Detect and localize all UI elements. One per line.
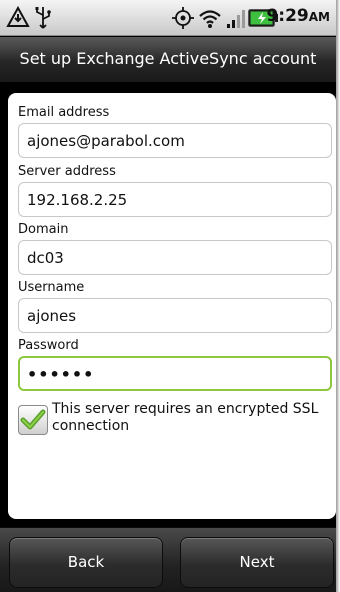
server-label: Server address (18, 164, 116, 179)
page-title: Set up Exchange ActiveSync account (19, 49, 317, 68)
window-shadow (336, 0, 340, 592)
clock: 9:29AM (266, 6, 330, 26)
bottom-bar: Back Next (0, 527, 336, 592)
checkmark-icon (20, 409, 46, 430)
next-button[interactable]: Next (180, 537, 334, 588)
clock-ampm: AM (308, 10, 330, 24)
domain-label: Domain (18, 222, 69, 237)
account-form: Email address ajones@parabol.com Server … (8, 93, 336, 519)
status-bar: 9:29AM (0, 0, 336, 36)
password-value: •••••• (27, 365, 95, 384)
wifi-icon (199, 10, 221, 28)
title-bar: Set up Exchange ActiveSync account (0, 37, 336, 83)
ssl-checkbox[interactable] (18, 405, 48, 435)
password-label: Password (18, 338, 79, 353)
username-label: Username (18, 280, 85, 295)
back-button[interactable]: Back (9, 537, 163, 588)
server-address-field[interactable]: 192.168.2.25 (18, 182, 332, 217)
ssl-checkbox-label[interactable]: This server requires an encrypted SSL co… (52, 401, 330, 435)
domain-field[interactable]: dc03 (18, 240, 332, 275)
email-field[interactable]: ajones@parabol.com (18, 123, 332, 158)
username-field[interactable]: ajones (18, 298, 332, 333)
password-field[interactable]: •••••• (18, 356, 332, 391)
clock-time: 9:29 (266, 6, 309, 26)
signal-icon (227, 10, 245, 28)
airplane-notification-icon (6, 6, 30, 27)
phone-screen: 9:29AM Set up Exchange ActiveSync accoun… (0, 0, 336, 592)
usb-icon (35, 7, 51, 29)
gps-icon (172, 7, 194, 29)
email-label: Email address (18, 105, 110, 120)
